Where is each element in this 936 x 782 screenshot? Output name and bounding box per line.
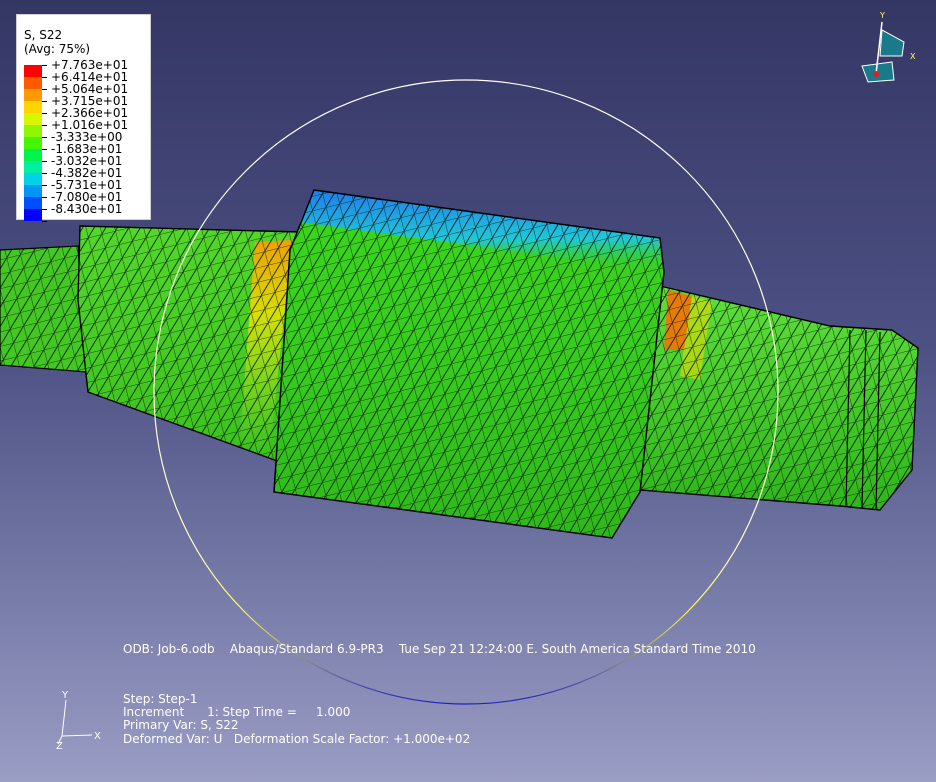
legend-swatch [24,89,42,101]
odb-info: ODB: Job-6.odb Abaqus/Standard 6.9-PR3 T… [123,642,756,656]
legend-swatch [24,185,42,197]
legend-swatch [24,65,42,77]
legend-tick [42,197,47,198]
legend-tick [42,89,47,90]
compass-y-label: Y [879,11,885,20]
legend-swatch [24,197,42,209]
legend-swatch [24,173,42,185]
triad-x-axis-icon [61,734,93,737]
legend-swatch [24,101,42,113]
legend-tick [42,101,47,102]
legend-tick [42,209,47,210]
legend-tick [42,125,47,126]
legend-tick [42,173,47,174]
legend-tick [42,65,47,66]
shaft-right-section [639,285,919,511]
central-cylinder [273,189,665,539]
legend-swatch [24,113,42,125]
compass-pivot-icon [873,71,879,77]
legend-swatch [24,209,42,221]
triad-y-label: Y [62,690,69,701]
legend-tick [42,185,47,186]
legend-swatch [24,125,42,137]
legend-swatch [24,77,42,89]
color-legend[interactable]: S, S22 (Avg: 75%) +7.763e+01 +6.414e+01 +5… [16,14,151,222]
view-compass[interactable]: Y X [852,10,922,88]
legend-tick [42,149,47,150]
triad-z-label: Z [56,741,63,752]
legend-tick [42,137,47,138]
legend-swatch [24,137,42,149]
primary-var-info: Primary Var: S, S22 [123,718,239,732]
legend-tick [42,161,47,162]
legend-tick [42,221,47,222]
triad-y-axis-icon [61,699,67,737]
legend-averaging: (Avg: 75%) [24,42,91,56]
legend-swatch [24,161,42,173]
legend-label: -8.430e+01 [51,202,123,216]
triad-x-label: X [94,731,101,742]
legend-title: S, S22 [24,28,63,42]
deformed-var-info: Deformed Var: U Deformation Scale Factor… [123,732,471,746]
compass-x-label: X [910,52,916,61]
legend-tick [42,113,47,114]
legend-swatch [24,149,42,161]
compass-face-icon [879,29,905,57]
shaft-left-end [0,245,87,373]
legend-tick [42,77,47,78]
